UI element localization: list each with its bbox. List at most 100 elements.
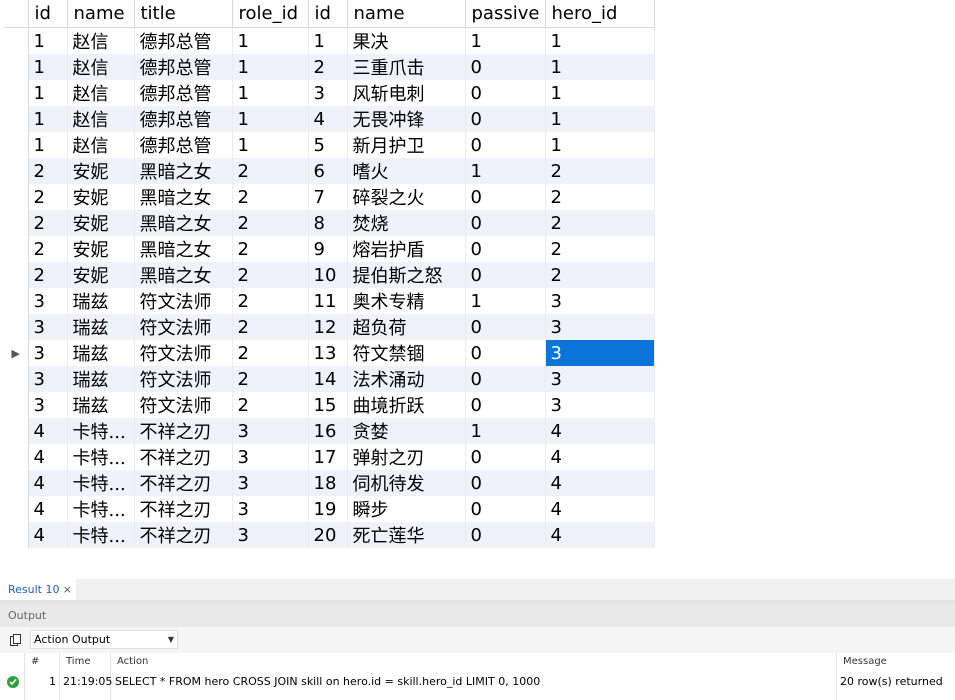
cell-skill-id[interactable]: 15 (308, 392, 348, 418)
cell-hero-name[interactable]: 赵信 (67, 54, 135, 80)
cell-hero-title[interactable]: 黑暗之女 (134, 210, 233, 236)
cell-hero-title[interactable]: 符文法师 (134, 340, 233, 366)
table-row[interactable]: 3 瑞兹 符文法师 2 12 超负荷 0 3 (4, 314, 655, 340)
cell-hero-id-fk[interactable]: 3 (545, 392, 655, 418)
cell-role-id[interactable]: 2 (232, 210, 309, 236)
cell-hero-id[interactable]: 2 (28, 184, 68, 210)
cell-passive[interactable]: 0 (465, 470, 546, 496)
cell-hero-title[interactable]: 德邦总管 (134, 54, 233, 80)
cell-hero-id[interactable]: 1 (28, 106, 68, 132)
cell-passive[interactable]: 1 (465, 27, 546, 54)
cell-role-id[interactable]: 3 (232, 496, 309, 522)
column-header-hero-id[interactable]: hero_id (545, 0, 655, 28)
cell-skill-name[interactable]: 碎裂之火 (347, 184, 466, 210)
cell-hero-name[interactable]: 安妮 (67, 210, 135, 236)
cell-role-id[interactable]: 2 (232, 184, 309, 210)
cell-hero-title[interactable]: 黑暗之女 (134, 184, 233, 210)
cell-hero-id[interactable]: 3 (28, 288, 68, 314)
cell-skill-id[interactable]: 9 (308, 236, 348, 262)
cell-passive[interactable]: 0 (465, 54, 546, 80)
cell-hero-id[interactable]: 1 (28, 54, 68, 80)
cell-role-id[interactable]: 2 (232, 158, 309, 184)
column-header-name[interactable]: name (67, 0, 135, 28)
cell-hero-id-fk[interactable]: 4 (545, 470, 655, 496)
cell-hero-title[interactable]: 不祥之刃 (134, 496, 233, 522)
cell-hero-title[interactable]: 符文法师 (134, 392, 233, 418)
cell-hero-id-fk[interactable]: 3 (545, 288, 655, 314)
cell-hero-name[interactable]: 瑞兹 (67, 392, 135, 418)
log-entry-action[interactable]: SELECT * FROM hero CROSS JOIN skill on h… (115, 675, 540, 688)
cell-skill-id[interactable]: 17 (308, 444, 348, 470)
cell-skill-name[interactable]: 奥术专精 (347, 288, 466, 314)
cell-hero-title[interactable]: 黑暗之女 (134, 236, 233, 262)
row-header[interactable] (4, 184, 29, 210)
table-row[interactable]: 2 安妮 黑暗之女 2 7 碎裂之火 0 2 (4, 184, 655, 210)
cell-hero-id-fk[interactable]: 3 (545, 366, 655, 392)
cell-hero-title[interactable]: 德邦总管 (134, 80, 233, 106)
cell-hero-title[interactable]: 不祥之刃 (134, 522, 233, 548)
cell-skill-id[interactable]: 8 (308, 210, 348, 236)
cell-hero-name[interactable]: 卡特... (67, 470, 135, 496)
cell-hero-id-fk[interactable]: 2 (545, 158, 655, 184)
cell-hero-id-fk[interactable]: 4 (545, 418, 655, 444)
table-row[interactable]: 1 赵信 德邦总管 1 1 果决 1 1 (4, 27, 655, 54)
cell-hero-name[interactable]: 瑞兹 (67, 314, 135, 340)
cell-hero-title[interactable]: 不祥之刃 (134, 418, 233, 444)
cell-passive[interactable]: 1 (465, 288, 546, 314)
cell-role-id[interactable]: 2 (232, 236, 309, 262)
cell-skill-name[interactable]: 熔岩护盾 (347, 236, 466, 262)
cell-passive[interactable]: 1 (465, 158, 546, 184)
cell-skill-id[interactable]: 7 (308, 184, 348, 210)
cell-hero-id[interactable]: 2 (28, 158, 68, 184)
row-header[interactable] (4, 158, 29, 184)
cell-role-id[interactable]: 1 (232, 106, 309, 132)
cell-skill-name[interactable]: 果决 (347, 27, 466, 54)
cell-skill-name[interactable]: 贪婪 (347, 418, 466, 444)
cell-passive[interactable]: 0 (465, 80, 546, 106)
cell-hero-id[interactable]: 1 (28, 27, 68, 54)
cell-hero-id-fk[interactable]: 4 (545, 496, 655, 522)
cell-hero-id[interactable]: 3 (28, 314, 68, 340)
cell-passive[interactable]: 0 (465, 522, 546, 548)
copy-icon[interactable] (10, 634, 21, 646)
cell-hero-name[interactable]: 瑞兹 (67, 366, 135, 392)
cell-passive[interactable]: 0 (465, 132, 546, 158)
cell-hero-id[interactable]: 3 (28, 340, 68, 366)
cell-skill-name[interactable]: 伺机待发 (347, 470, 466, 496)
row-header[interactable] (4, 236, 29, 262)
cell-hero-id[interactable]: 3 (28, 392, 68, 418)
table-row[interactable]: ▶ 3 瑞兹 符文法师 2 13 符文禁锢 0 3 (4, 340, 655, 366)
cell-hero-name[interactable]: 卡特... (67, 522, 135, 548)
table-row[interactable]: 2 安妮 黑暗之女 2 10 提伯斯之怒 0 2 (4, 262, 655, 288)
table-row[interactable]: 4 卡特... 不祥之刃 3 16 贪婪 1 4 (4, 418, 655, 444)
cell-skill-id[interactable]: 16 (308, 418, 348, 444)
cell-hero-name[interactable]: 安妮 (67, 158, 135, 184)
cell-skill-name[interactable]: 新月护卫 (347, 132, 466, 158)
cell-skill-id[interactable]: 5 (308, 132, 348, 158)
cell-skill-id[interactable]: 11 (308, 288, 348, 314)
cell-skill-id[interactable]: 20 (308, 522, 348, 548)
cell-passive[interactable]: 0 (465, 444, 546, 470)
cell-hero-title[interactable]: 黑暗之女 (134, 158, 233, 184)
cell-hero-id-fk[interactable]: 2 (545, 184, 655, 210)
cell-passive[interactable]: 0 (465, 340, 546, 366)
cell-hero-id-fk[interactable]: 2 (545, 236, 655, 262)
cell-hero-name[interactable]: 瑞兹 (67, 288, 135, 314)
table-row[interactable]: 3 瑞兹 符文法师 2 15 曲境折跃 0 3 (4, 392, 655, 418)
cell-role-id[interactable]: 1 (232, 27, 309, 54)
cell-role-id[interactable]: 2 (232, 288, 309, 314)
row-header[interactable] (4, 444, 29, 470)
cell-hero-title[interactable]: 不祥之刃 (134, 470, 233, 496)
cell-hero-id[interactable]: 4 (28, 444, 68, 470)
cell-passive[interactable]: 0 (465, 106, 546, 132)
cell-hero-id[interactable]: 2 (28, 262, 68, 288)
column-header-skill-id[interactable]: id (308, 0, 348, 28)
cell-hero-id[interactable]: 2 (28, 210, 68, 236)
cell-hero-title[interactable]: 符文法师 (134, 314, 233, 340)
cell-role-id[interactable]: 1 (232, 132, 309, 158)
cell-hero-title[interactable]: 德邦总管 (134, 106, 233, 132)
cell-hero-name[interactable]: 安妮 (67, 236, 135, 262)
cell-role-id[interactable]: 3 (232, 418, 309, 444)
cell-skill-id[interactable]: 10 (308, 262, 348, 288)
cell-hero-id-fk[interactable]: 3 (545, 314, 655, 340)
